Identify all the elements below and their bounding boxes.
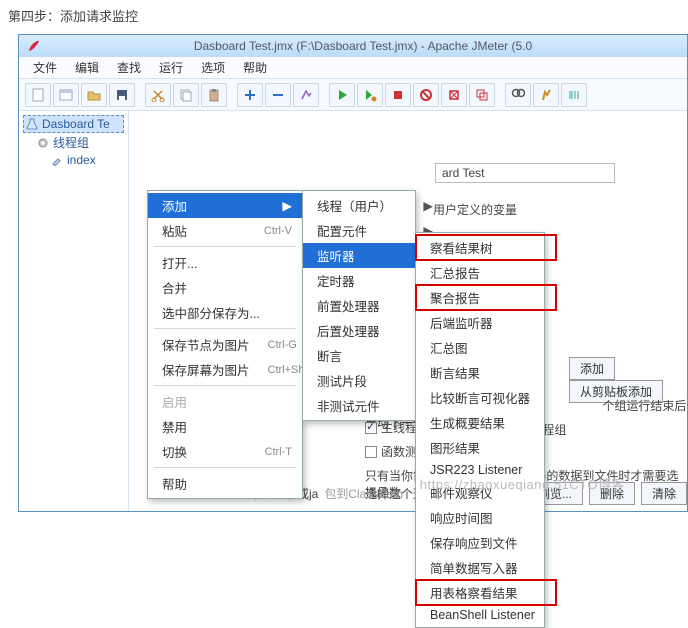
- window-title: Dasboard Test.jmx (F:\Dasboard Test.jmx)…: [47, 39, 679, 53]
- clear-button[interactable]: 清除: [641, 482, 687, 505]
- mi-merge[interactable]: 合并: [148, 275, 302, 300]
- pipette-icon: [51, 154, 63, 166]
- tb-clear[interactable]: [441, 83, 467, 107]
- mi-disable[interactable]: 禁用: [148, 414, 302, 439]
- menu-edit[interactable]: 编辑: [67, 57, 107, 78]
- menu-file[interactable]: 文件: [25, 57, 65, 78]
- tree-leaf-label: index: [67, 153, 96, 167]
- tree-thread-group[interactable]: 线程组: [23, 133, 124, 152]
- chevron-right-icon: ▶: [282, 198, 292, 213]
- tree-group-label: 线程组: [53, 134, 89, 151]
- mi-beanshell-listener[interactable]: BeanShell Listener: [416, 605, 556, 625]
- mi-view-results-tree[interactable]: 察看结果树: [416, 235, 556, 260]
- step-header: 第四步：添加请求监控: [0, 0, 688, 31]
- mi-add[interactable]: 添加▶: [148, 193, 302, 218]
- mi-graph-results[interactable]: 图形结果: [416, 435, 556, 460]
- mi-assertion-results[interactable]: 断言结果: [416, 360, 556, 385]
- titlebar: Dasboard Test.jmx (F:\Dasboard Test.jmx)…: [19, 35, 687, 57]
- mi-jsr223-listener[interactable]: JSR223 Listener: [416, 460, 556, 480]
- chevron-right-icon: ▶: [423, 198, 433, 213]
- tb-panel[interactable]: [561, 83, 587, 107]
- tree-test-plan[interactable]: Dasboard Te: [23, 115, 124, 133]
- tb-start[interactable]: [329, 83, 355, 107]
- app-icon: [27, 39, 41, 53]
- tb-find[interactable]: [505, 83, 531, 107]
- tb-copy[interactable]: [173, 83, 199, 107]
- mi-save-screen-img[interactable]: 保存屏幕为图片Ctrl+Shift-G: [148, 357, 302, 382]
- context-menu-main: 添加▶ 粘贴Ctrl-V 打开... 合并 选中部分保存为... 保存节点为图片…: [147, 190, 303, 499]
- mi-enable: 启用: [148, 389, 302, 414]
- tree-panel: Dasboard Te 线程组 index: [19, 111, 129, 511]
- classpath-mid: 包到ClassPath: [324, 485, 403, 502]
- mi-summary-graph[interactable]: 汇总图: [416, 335, 556, 360]
- flask-icon: [26, 118, 38, 130]
- tb-start-no-pause[interactable]: [357, 83, 383, 107]
- mi-view-results-table[interactable]: 用表格察看结果: [416, 580, 556, 605]
- tb-shutdown[interactable]: [413, 83, 439, 107]
- tb-expand[interactable]: [237, 83, 263, 107]
- mi-save-responses[interactable]: 保存响应到文件: [416, 530, 556, 555]
- tb-new[interactable]: [25, 83, 51, 107]
- menu-search[interactable]: 查找: [109, 57, 149, 78]
- mi-help[interactable]: 帮助: [148, 471, 302, 496]
- separator: [154, 385, 296, 386]
- tb-paste[interactable]: [201, 83, 227, 107]
- tb-toggle[interactable]: [293, 83, 319, 107]
- name-field-fragment[interactable]: ard Test: [435, 163, 615, 183]
- tb-cut[interactable]: [145, 83, 171, 107]
- mi-open[interactable]: 打开...: [148, 250, 302, 275]
- tb-open[interactable]: [81, 83, 107, 107]
- tb-stop[interactable]: [385, 83, 411, 107]
- context-menu-add: 线程（用户）▶ 配置元件▶ 监听器▶ 定时器▶ 前置处理器▶ 后置处理器▶ 断言…: [302, 190, 416, 421]
- mi-simple-data-writer[interactable]: 简单数据写入器: [416, 555, 556, 580]
- menu-run[interactable]: 运行: [151, 57, 191, 78]
- section-label: 用户定义的变量: [433, 201, 517, 218]
- separator: [154, 328, 296, 329]
- menubar: 文件 编辑 查找 运行 选项 帮助: [19, 57, 687, 79]
- mi-save-selection[interactable]: 选中部分保存为...: [148, 300, 302, 325]
- context-menu-listener: 察看结果树 汇总报告 聚合报告 后端监听器 汇总图 断言结果 比较断言可视化器 …: [415, 232, 545, 628]
- separator: [154, 467, 296, 468]
- gear-icon: [37, 137, 49, 149]
- mi-toggle[interactable]: 切换Ctrl-T: [148, 439, 302, 464]
- mi-threads[interactable]: 线程（用户）▶: [303, 193, 443, 218]
- tree-root-label: Dasboard Te: [42, 117, 110, 131]
- tb-reset[interactable]: [533, 83, 559, 107]
- mi-compare-assertion[interactable]: 比较断言可视化器: [416, 385, 556, 410]
- tb-collapse[interactable]: [265, 83, 291, 107]
- mi-save-node-img[interactable]: 保存节点为图片Ctrl-G: [148, 332, 302, 357]
- tb-clearall[interactable]: [469, 83, 495, 107]
- tb-templates[interactable]: [53, 83, 79, 107]
- mi-aggregate-report[interactable]: 聚合报告: [416, 285, 556, 310]
- mi-mailer-visualizer[interactable]: 邮件观察仪: [416, 480, 556, 505]
- mi-response-time-graph[interactable]: 响应时间图: [416, 505, 556, 530]
- add-button[interactable]: 添加: [569, 357, 615, 380]
- delete-button[interactable]: 删除: [589, 482, 635, 505]
- menu-options[interactable]: 选项: [193, 57, 233, 78]
- separator: [154, 246, 296, 247]
- mi-paste[interactable]: 粘贴Ctrl-V: [148, 218, 302, 243]
- toolbar: [19, 79, 687, 111]
- tb-save[interactable]: [109, 83, 135, 107]
- mi-backend-listener[interactable]: 后端监听器: [416, 310, 556, 335]
- tree-sampler-index[interactable]: index: [23, 152, 124, 168]
- menu-help[interactable]: 帮助: [235, 57, 275, 78]
- jmeter-window: Dasboard Test.jmx (F:\Dasboard Test.jmx)…: [18, 34, 688, 512]
- mi-summary-report[interactable]: 汇总报告: [416, 260, 556, 285]
- mi-generate-summary[interactable]: 生成概要结果: [416, 410, 556, 435]
